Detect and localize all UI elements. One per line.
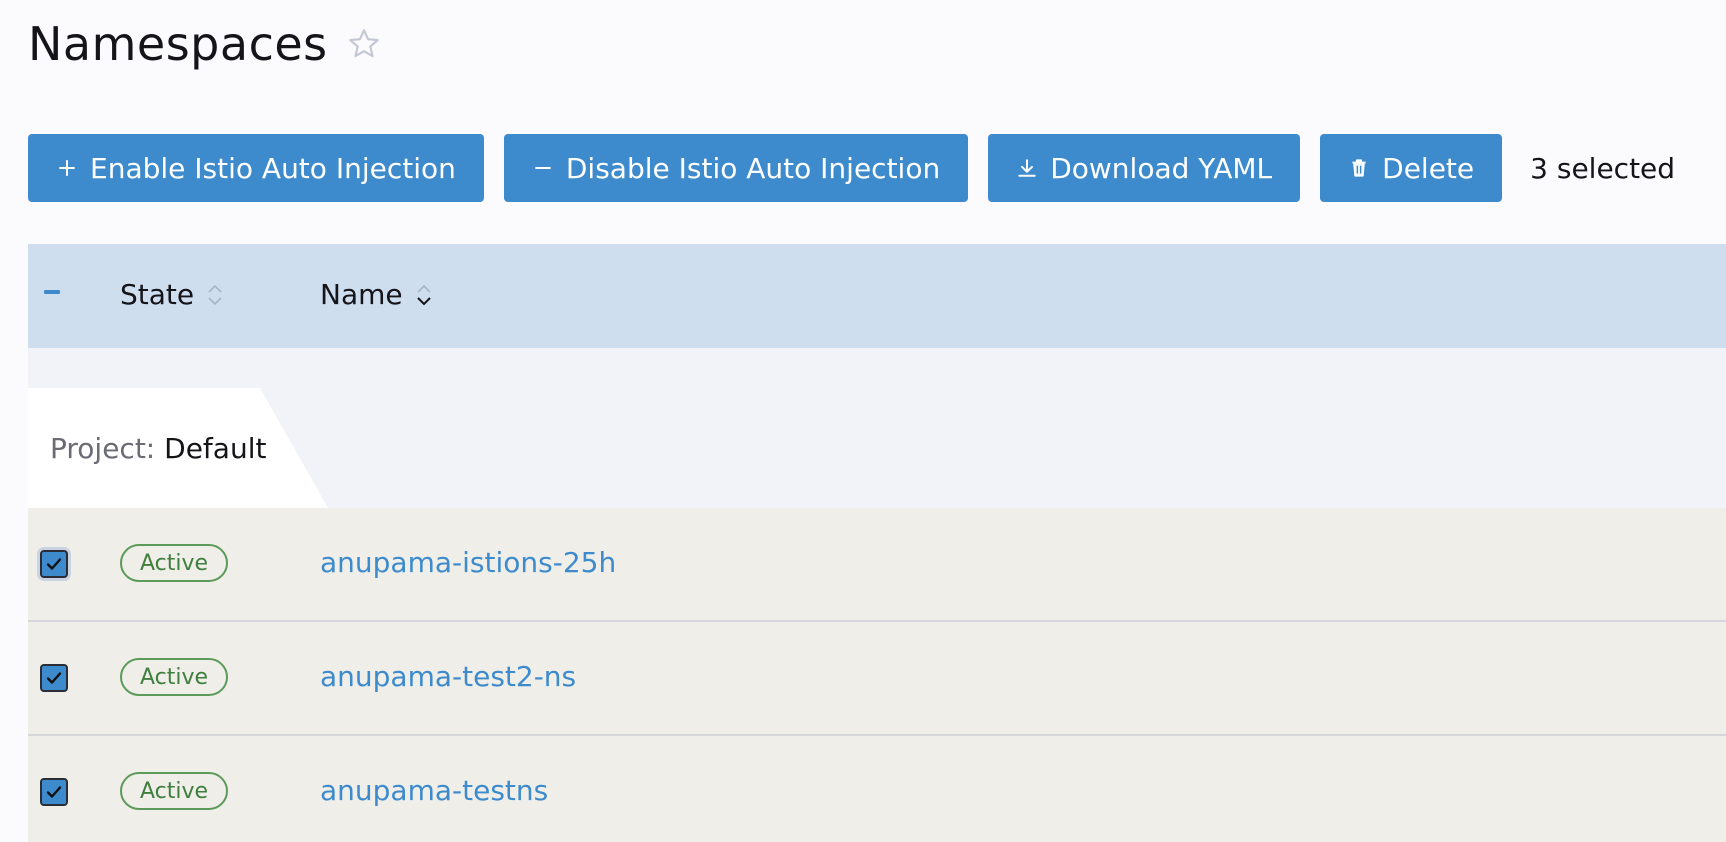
star-icon[interactable]	[346, 26, 382, 62]
minus-icon	[532, 157, 554, 179]
table-row: Active anupama-testns	[28, 736, 1726, 842]
status-badge: Active	[120, 658, 229, 696]
enable-istio-auto-injection-button[interactable]: Enable Istio Auto Injection	[28, 134, 484, 202]
row-checkbox[interactable]	[40, 664, 68, 692]
sort-icon	[206, 280, 224, 310]
page-title: Namespaces	[28, 17, 328, 71]
delete-button[interactable]: Delete	[1320, 134, 1503, 202]
page-header: Namespaces	[28, 14, 382, 74]
table-row: Active anupama-test2-ns	[28, 622, 1726, 736]
plus-icon	[56, 157, 78, 179]
namespace-link[interactable]: anupama-test2-ns	[320, 660, 576, 693]
namespace-link[interactable]: anupama-testns	[320, 774, 548, 807]
status-badge: Active	[120, 772, 229, 810]
row-checkbox[interactable]	[40, 550, 68, 578]
download-yaml-label: Download YAML	[1050, 151, 1273, 185]
group-label: Project: Default	[28, 432, 266, 465]
disable-istio-auto-injection-button[interactable]: Disable Istio Auto Injection	[503, 134, 969, 202]
sort-descending-icon	[415, 280, 433, 310]
status-badge: Active	[120, 544, 229, 582]
namespaces-table: State Name Project: Default Active anupa…	[28, 244, 1726, 842]
namespace-link[interactable]: anupama-istions-25h	[320, 546, 616, 579]
group-tab: Project: Default	[28, 388, 328, 508]
selected-count: 3 selected	[1530, 151, 1676, 185]
group-value: Default	[164, 431, 267, 465]
download-icon	[1016, 157, 1038, 179]
trash-icon	[1348, 157, 1370, 179]
column-header-state-label: State	[120, 278, 195, 311]
row-checkbox[interactable]	[40, 778, 68, 806]
column-header-name[interactable]: Name	[320, 278, 433, 311]
disable-istio-label: Disable Istio Auto Injection	[565, 151, 941, 185]
namespaces-page: Namespaces Enable Istio Auto Injection D…	[0, 0, 1726, 842]
bulk-actions-toolbar: Enable Istio Auto Injection Disable Isti…	[28, 134, 1675, 202]
enable-istio-label: Enable Istio Auto Injection	[90, 151, 456, 185]
delete-label: Delete	[1382, 151, 1475, 185]
table-header: State Name	[28, 244, 1726, 348]
table-row: Active anupama-istions-25h	[28, 508, 1726, 622]
column-header-state[interactable]: State	[120, 278, 224, 311]
table-spacer	[28, 348, 1726, 388]
download-yaml-button[interactable]: Download YAML	[988, 134, 1301, 202]
select-all-checkbox[interactable]	[44, 290, 60, 294]
column-header-name-label: Name	[320, 278, 403, 311]
group-prefix: Project:	[50, 431, 156, 465]
group-row: Project: Default	[28, 388, 1726, 508]
